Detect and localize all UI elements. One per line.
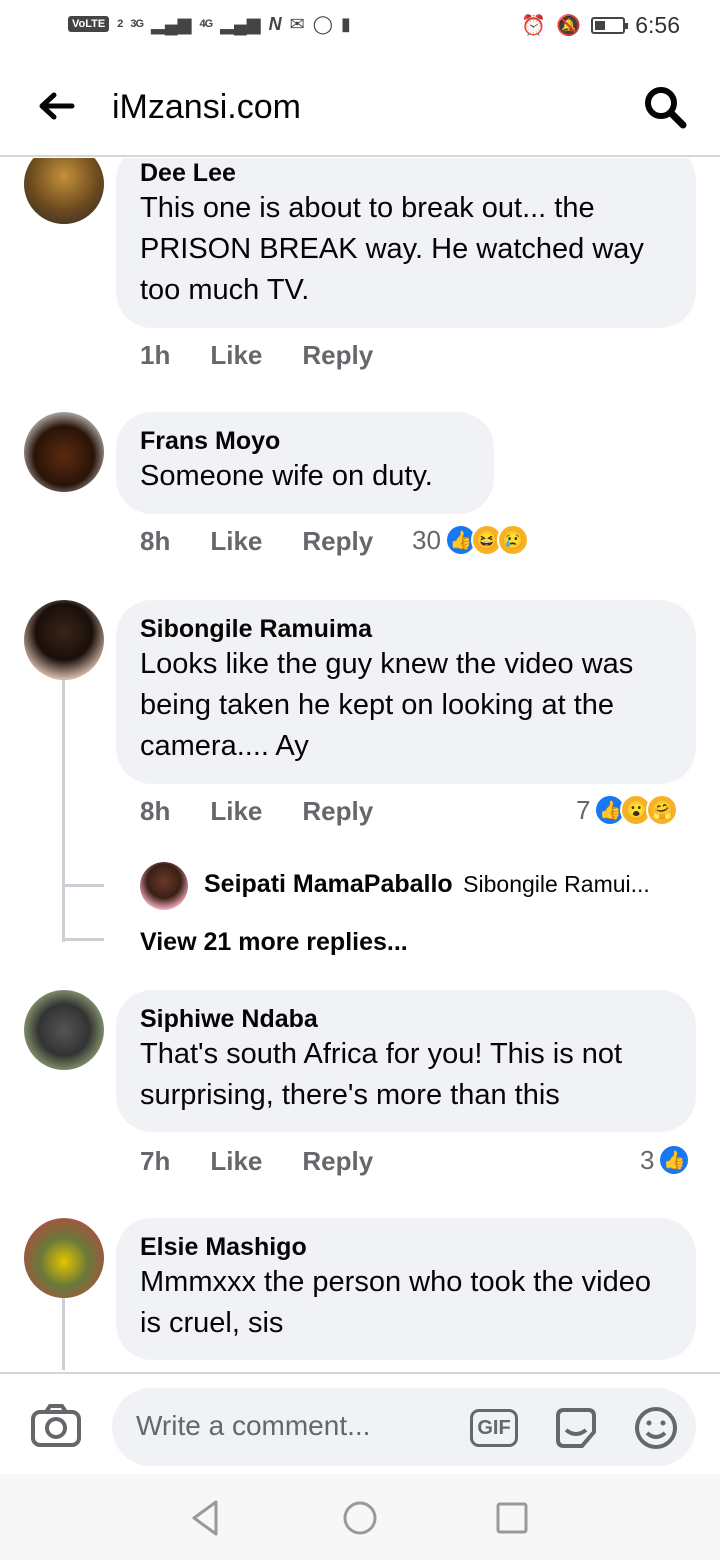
reaction-summary[interactable]: 3 👍: [640, 1144, 691, 1176]
avatar[interactable]: [24, 412, 104, 492]
reaction-count: 7: [576, 794, 591, 825]
system-nav-bar: [0, 1474, 720, 1560]
like-button[interactable]: Like: [210, 526, 262, 557]
network-3g: 3G: [130, 18, 144, 30]
comment-actions: 1h Like Reply: [140, 340, 373, 371]
sad-reaction-icon: 😢: [496, 524, 529, 556]
network-4g: 4G: [199, 18, 213, 30]
commenter-name[interactable]: Siphiwe Ndaba: [140, 1004, 672, 1034]
like-button[interactable]: Like: [210, 796, 262, 827]
reply-button[interactable]: Reply: [302, 1146, 373, 1177]
care-reaction-icon: 🤗: [646, 794, 679, 826]
comment-time[interactable]: 1h: [140, 340, 170, 371]
avatar[interactable]: [24, 600, 104, 680]
signal-icon: ▂▄▆: [220, 14, 261, 34]
comment-placeholder: Write a comment...: [136, 1410, 371, 1441]
comment-text: Looks like the guy knew the video was be…: [140, 648, 634, 762]
comment-actions: 8h Like Reply: [140, 526, 373, 557]
view-more-replies[interactable]: View 21 more replies...: [140, 928, 408, 957]
thread-line: [62, 680, 65, 942]
commenter-name[interactable]: Dee Lee: [140, 158, 672, 188]
sticker-icon[interactable]: [552, 1406, 600, 1450]
volte-indicator: VoLTE: [68, 16, 110, 32]
comment-actions: 7h Like Reply: [140, 1146, 373, 1177]
reaction-count: 3: [640, 1144, 655, 1175]
page-title: iMzansi.com: [112, 88, 301, 126]
comment-text: That's south Africa for you! This is not…: [140, 1038, 623, 1111]
status-right: ⏰ 🔕 6:56: [521, 12, 680, 39]
mute-icon: 🔕: [556, 15, 582, 37]
alarm-icon: ⏰: [521, 15, 547, 37]
status-bar: VoLTE 2 3G ▂▄▆ 4G ▂▄▆ N ✉ ◯ ▮ ⏰ 🔕 6:56: [0, 0, 720, 56]
nav-home-icon[interactable]: [340, 1498, 380, 1538]
comment-text: Mmmxxx the person who took the video is …: [140, 1266, 651, 1339]
whatsapp-icon: ◯: [312, 14, 333, 34]
reply-avatar[interactable]: [140, 862, 188, 910]
emoji-icon[interactable]: [632, 1406, 680, 1450]
comment-bubble[interactable]: Sibongile Ramuima Looks like the guy kne…: [116, 600, 696, 784]
comment-bubble[interactable]: Frans Moyo Someone wife on duty.: [116, 412, 494, 514]
avatar[interactable]: [24, 990, 104, 1070]
comment-composer: Write a comment... GIF: [0, 1372, 720, 1472]
reply-button[interactable]: Reply: [302, 340, 373, 371]
commenter-name[interactable]: Sibongile Ramuima: [140, 614, 672, 644]
thread-branch: [62, 938, 104, 941]
nav-back-icon[interactable]: [186, 1498, 226, 1538]
comment-bubble[interactable]: Elsie Mashigo Mmmxxx the person who took…: [116, 1218, 696, 1360]
sim-label: 2: [117, 18, 123, 30]
avatar[interactable]: [24, 158, 104, 224]
comment-text: Someone wife on duty.: [140, 460, 433, 492]
like-reaction-icon: 👍: [658, 1144, 691, 1176]
gif-label: GIF: [470, 1409, 518, 1447]
comment-actions: 8h Like Reply: [140, 796, 373, 827]
comment-time[interactable]: 8h: [140, 796, 170, 827]
reply-snippet: Sibongile Ramui...: [463, 871, 650, 897]
reply-preview[interactable]: Seipati MamaPaballo Sibongile Ramui...: [204, 870, 650, 899]
nfc-icon: N: [268, 14, 282, 34]
nav-recents-icon[interactable]: [492, 1498, 532, 1538]
thread-line: [62, 1298, 65, 1370]
mail-icon: ✉: [289, 14, 305, 34]
like-button[interactable]: Like: [210, 340, 262, 371]
camera-icon[interactable]: [30, 1404, 82, 1448]
search-icon[interactable]: [642, 84, 688, 130]
reply-button[interactable]: Reply: [302, 796, 373, 827]
avatar[interactable]: [24, 1218, 104, 1298]
like-button[interactable]: Like: [210, 1146, 262, 1177]
comment-input[interactable]: Write a comment... GIF: [112, 1388, 696, 1466]
clock: 6:56: [635, 12, 680, 38]
comment-bubble[interactable]: Dee Lee This one is about to break out..…: [116, 158, 696, 328]
comment-time[interactable]: 8h: [140, 526, 170, 557]
battery-icon: [591, 17, 629, 34]
commenter-name[interactable]: Frans Moyo: [140, 426, 470, 456]
reaction-summary[interactable]: 30 👍 😆 😢: [412, 524, 529, 556]
alert-icon: ▮: [340, 14, 351, 34]
reaction-summary[interactable]: 7 👍 😮 🤗: [576, 794, 679, 826]
reaction-count: 30: [412, 524, 441, 555]
commenter-name[interactable]: Elsie Mashigo: [140, 1232, 672, 1262]
back-arrow-icon[interactable]: [36, 86, 76, 126]
comment-text: This one is about to break out... the PR…: [140, 192, 644, 306]
comment-bubble[interactable]: Siphiwe Ndaba That's south Africa for yo…: [116, 990, 696, 1132]
comments-feed[interactable]: Dee Lee This one is about to break out..…: [0, 158, 720, 1370]
app-header: iMzansi.com: [0, 56, 720, 157]
reply-author[interactable]: Seipati MamaPaballo: [204, 870, 453, 898]
signal-icon: ▂▄▆: [151, 14, 192, 34]
thread-branch: [62, 884, 104, 887]
reply-button[interactable]: Reply: [302, 526, 373, 557]
gif-button[interactable]: GIF: [470, 1406, 518, 1450]
status-left: VoLTE 2 3G ▂▄▆ 4G ▂▄▆ N ✉ ◯ ▮: [68, 14, 351, 34]
comment-time[interactable]: 7h: [140, 1146, 170, 1177]
